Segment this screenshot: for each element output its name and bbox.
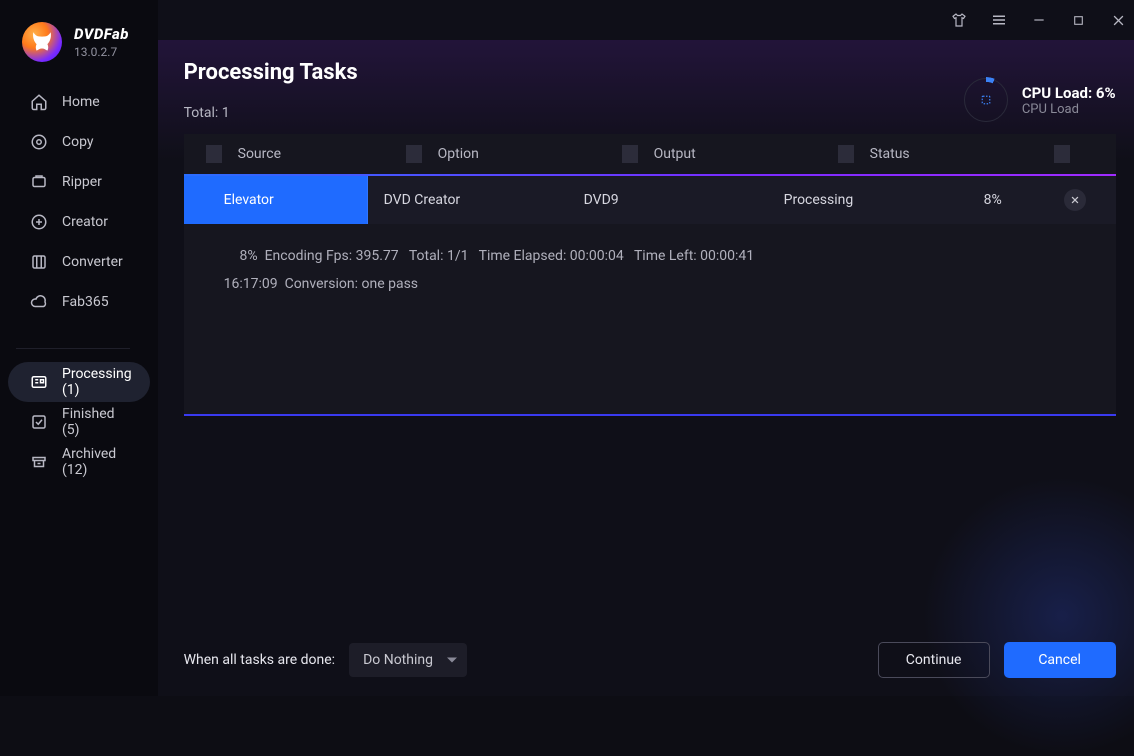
cloud-icon (30, 293, 48, 311)
task-expand-area (184, 316, 1116, 416)
row-cancel-button[interactable] (1064, 189, 1086, 211)
brand-logo (22, 22, 62, 62)
cpu-load-value: CPU Load: 6% (1022, 84, 1116, 102)
sidebar-item-fab365[interactable]: Fab365 (8, 282, 150, 322)
page-title: Processing Tasks (184, 60, 358, 85)
detail-fps: Encoding Fps: 395.77 (265, 248, 399, 264)
brand-version: 13.0.2.7 (74, 45, 129, 59)
sidebar-item-home[interactable]: Home (8, 82, 150, 122)
total-count: Total: 1 (184, 105, 358, 121)
processing-icon (30, 373, 48, 391)
brand-name: DVDFab (74, 25, 129, 43)
sidebar-item-archived[interactable]: Archived (12) (8, 442, 150, 482)
col-header-option: Option (422, 146, 622, 162)
after-done-select[interactable]: Do Nothing (349, 643, 467, 677)
sidebar-item-finished[interactable]: Finished (5) (8, 402, 150, 442)
archive-icon (30, 453, 48, 471)
sidebar-item-label: Finished (5) (62, 406, 132, 438)
shirt-icon[interactable] (950, 11, 968, 29)
menu-icon[interactable] (990, 11, 1008, 29)
cell-output: DVD9 (568, 192, 768, 208)
cell-source: Elevator (184, 176, 368, 224)
sidebar-item-label: Processing (1) (62, 366, 132, 398)
fox-icon (29, 29, 55, 55)
sidebar-item-ripper[interactable]: Ripper (8, 162, 150, 202)
close-icon (1070, 195, 1080, 205)
sidebar-item-label: Creator (62, 214, 108, 230)
sidebar-item-label: Ripper (62, 174, 102, 190)
minimize-button[interactable] (1030, 11, 1048, 29)
converter-icon (30, 253, 48, 271)
cpu-load-widget: CPU Load: 6% CPU Load (964, 78, 1116, 122)
sidebar-item-label: Home (62, 94, 100, 110)
cell-status: Processing (768, 192, 968, 208)
footer-prompt: When all tasks are done: (184, 652, 335, 668)
sidebar-item-label: Fab365 (62, 294, 109, 310)
task-details: 8% Encoding Fps: 395.77 Total: 1/1 Time … (184, 224, 1116, 316)
copy-icon (30, 133, 48, 151)
home-icon (30, 93, 48, 111)
detail-timestamp: 16:17:09 (224, 276, 278, 292)
detail-elapsed: Time Elapsed: 00:00:04 (479, 248, 624, 264)
sidebar-item-copy[interactable]: Copy (8, 122, 150, 162)
sidebar-item-label: Archived (12) (62, 446, 132, 478)
detail-left: Time Left: 00:00:41 (634, 248, 754, 264)
detail-total: Total: 1/1 (409, 248, 469, 264)
nav-primary: Home Copy Ripper Creator Converter Fab36… (0, 82, 158, 322)
maximize-button[interactable] (1070, 11, 1088, 29)
cpu-load-label: CPU Load (1022, 102, 1116, 117)
task-row[interactable]: Elevator DVD Creator DVD9 Processing 8% (184, 176, 1116, 224)
brand-block: DVDFab 13.0.2.7 (0, 18, 158, 72)
cell-option: DVD Creator (368, 192, 568, 208)
sidebar-item-converter[interactable]: Converter (8, 242, 150, 282)
cell-progress: 8% (984, 192, 1002, 208)
creator-icon (30, 213, 48, 231)
footer-bar: When all tasks are done: Do Nothing Cont… (158, 624, 1134, 696)
close-button[interactable] (1110, 11, 1128, 29)
main-panel: Processing Tasks Total: 1 CPU Load: 6% C… (158, 0, 1134, 696)
detail-message: Conversion: one pass (285, 276, 418, 292)
sidebar-item-creator[interactable]: Creator (8, 202, 150, 242)
continue-button[interactable]: Continue (878, 642, 990, 678)
cpu-ring (964, 78, 1008, 122)
sidebar-item-label: Converter (62, 254, 123, 270)
table-header: Source Option Output Status (184, 134, 1116, 174)
chip-icon (977, 91, 995, 109)
nav-secondary: Processing (1) Finished (5) Archived (12… (0, 348, 158, 482)
col-header-output: Output (638, 146, 838, 162)
titlebar (158, 0, 1134, 40)
ripper-icon (30, 173, 48, 191)
sidebar-item-label: Copy (62, 134, 94, 150)
col-header-source: Source (222, 146, 406, 162)
sidebar-item-processing[interactable]: Processing (1) (8, 362, 150, 402)
cancel-button[interactable]: Cancel (1004, 642, 1116, 678)
detail-pct: 8% (224, 242, 258, 270)
col-header-status: Status (854, 146, 1054, 162)
sidebar: DVDFab 13.0.2.7 Home Copy Ripper Creator… (0, 0, 158, 696)
finished-icon (30, 413, 48, 431)
